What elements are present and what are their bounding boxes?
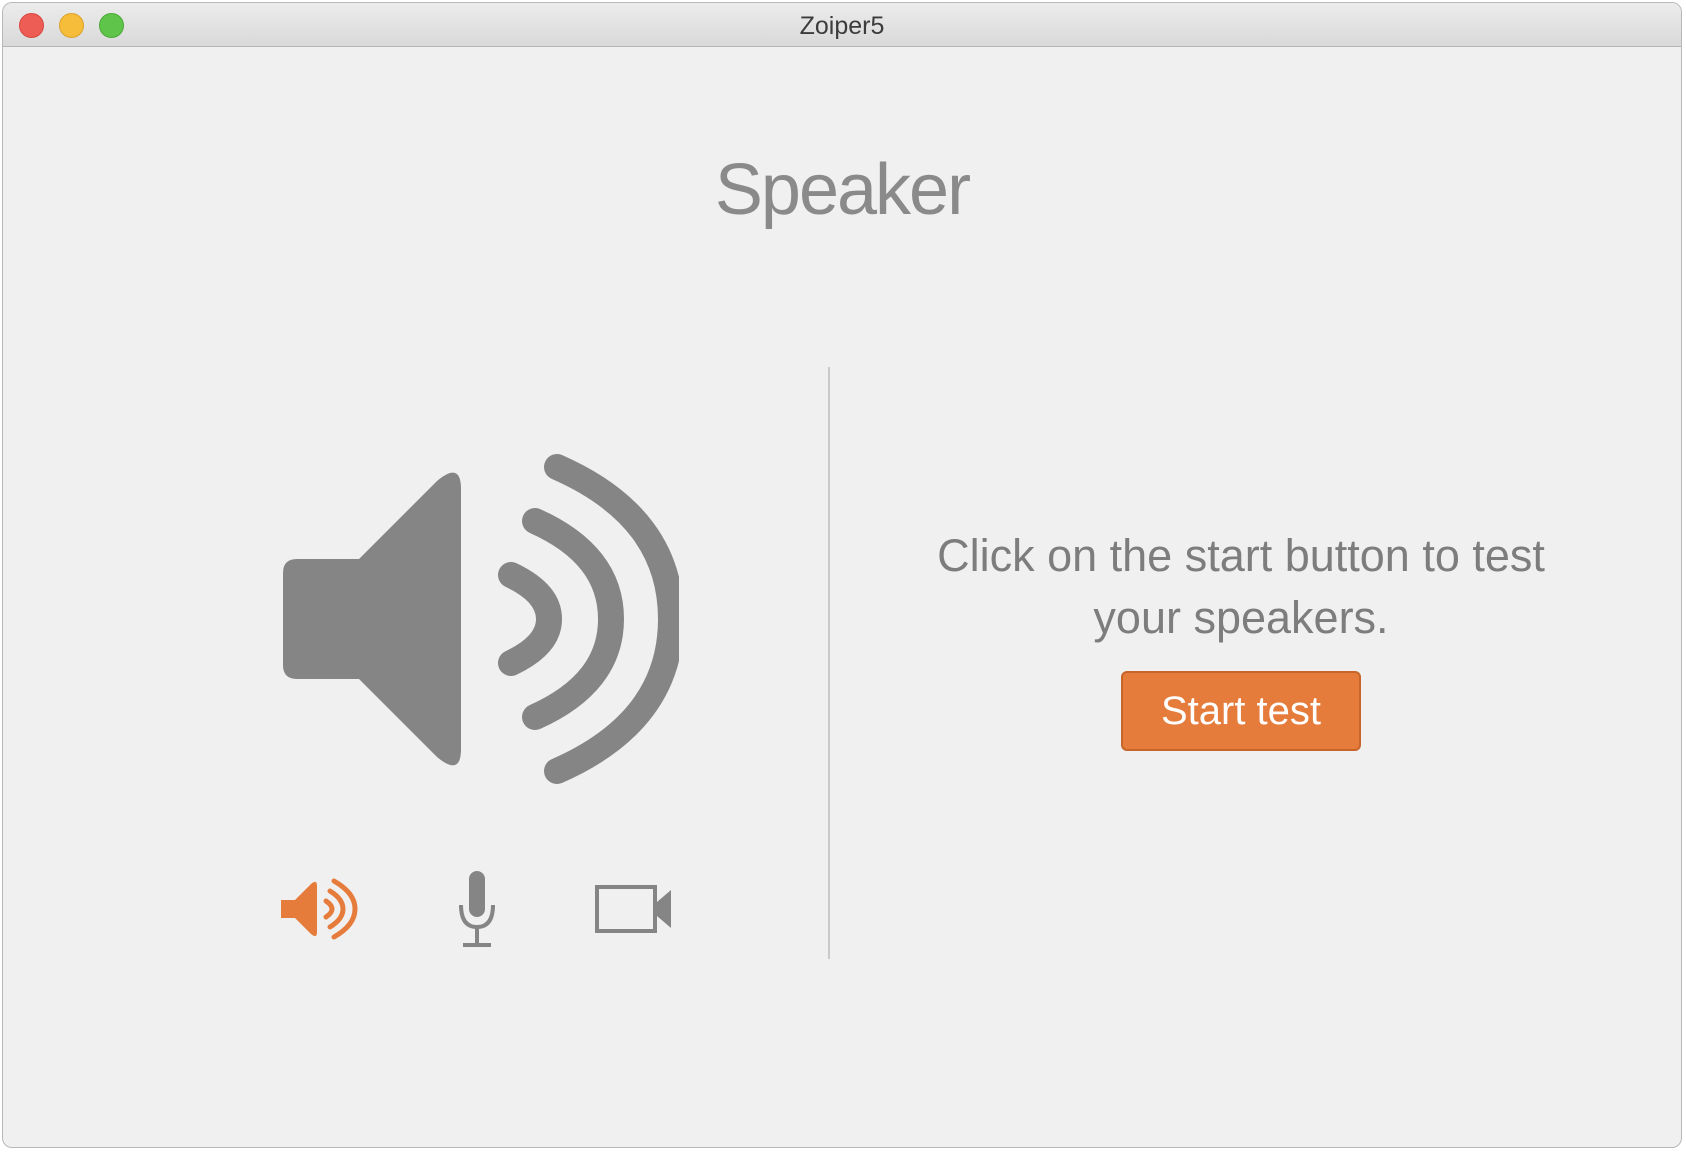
window-title: Zoiper5 (799, 12, 885, 40)
speaker-icon (281, 878, 358, 940)
vertical-divider (828, 367, 830, 959)
speaker-icon (283, 454, 679, 784)
page-title: Speaker (714, 150, 971, 230)
microphone-icon (459, 871, 495, 947)
test-instructions: Click on the start button to test your s… (937, 530, 1545, 643)
start-test-button[interactable]: Start test (1121, 671, 1361, 751)
title-bar[interactable]: Zoiper5 (3, 3, 1681, 47)
tab-speaker[interactable] (277, 869, 363, 949)
tab-camera[interactable] (591, 869, 677, 949)
video-camera-icon (595, 885, 671, 933)
tab-microphone[interactable] (451, 869, 503, 949)
app-window: Zoiper5 Speaker Click on the start butto… (2, 2, 1682, 1148)
